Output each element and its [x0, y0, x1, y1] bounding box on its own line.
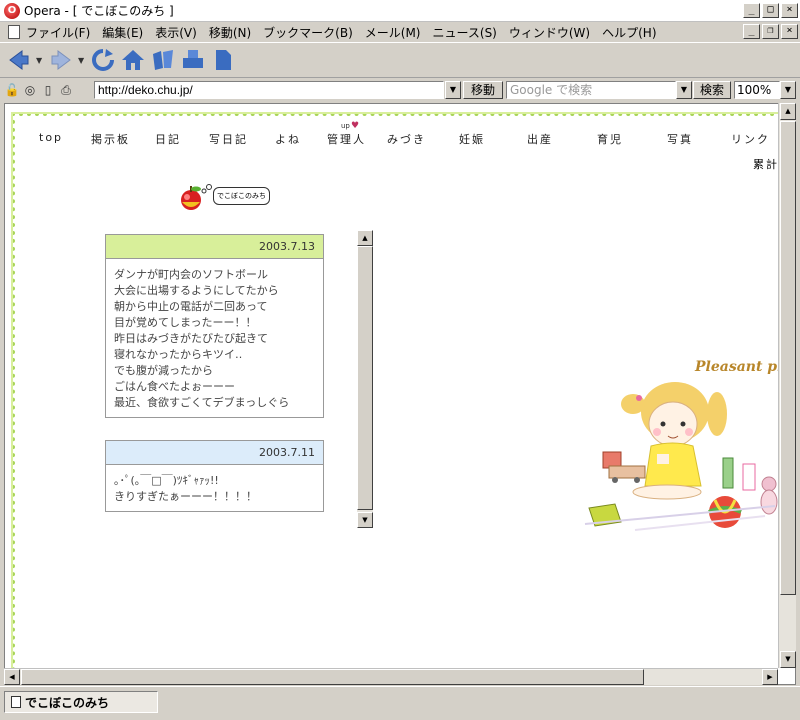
scroll-left-arrow-icon[interactable]: ◀ — [4, 669, 20, 685]
menu-bar: ファイル(F) 編集(E) 表示(V) 移動(N) ブックマーク(B) メール(… — [0, 22, 800, 42]
page-tab-title: でこぼこのみち — [25, 695, 110, 710]
entry-body: ダンナが町内会のソフトボール 大会に出場するようにしてたから 朝から中止の電話が… — [106, 259, 323, 417]
entry-line: 大会に出場するようにしてたから — [114, 284, 279, 297]
minimize-button[interactable]: _ — [743, 3, 760, 18]
new-page-icon[interactable]: ▯ — [40, 82, 56, 98]
mdi-minimize-button[interactable]: _ — [743, 24, 760, 39]
entry-line: 朝から中止の電話が二回あって — [114, 300, 268, 313]
nav-link-bbs[interactable]: 掲示板 — [91, 131, 130, 147]
scroll-up-arrow-icon[interactable]: ▲ — [780, 103, 796, 120]
entry-line: でも腹が減ったから — [114, 364, 213, 377]
apple-icon — [181, 184, 212, 210]
security-lock-icon[interactable]: 🔓 — [4, 82, 20, 98]
diary-frame-scrollbar[interactable]: ▲ ▼ — [357, 230, 373, 528]
mdi-close-button[interactable]: × — [781, 24, 798, 39]
back-history-caret-icon[interactable]: ▼ — [36, 56, 44, 65]
menu-news[interactable]: ニュース(S) — [432, 24, 504, 41]
entry-line: 目が覚めてしまったーー！！ — [114, 316, 257, 329]
menu-edit[interactable]: 編集(E) — [102, 24, 151, 41]
menu-navigate[interactable]: 移動(N) — [209, 24, 259, 41]
window-title: Opera - [ でこぼこのみち ] — [24, 4, 174, 18]
reload-icon[interactable] — [90, 47, 116, 73]
scroll-thumb[interactable] — [780, 121, 796, 595]
scroll-up-arrow-icon[interactable]: ▲ — [357, 230, 373, 246]
address-dropdown-icon[interactable]: ▼ — [445, 81, 461, 99]
entry-date: 2003.7.11 — [106, 441, 323, 465]
entry-line: きりすぎたぁーーー！！！！ — [114, 490, 257, 503]
hotlist-icon[interactable] — [150, 47, 176, 73]
page-viewport: top 掲示板 日記 写日記 よね 管理人 みづき 妊娠 出産 育児 写真 リン… — [4, 103, 796, 685]
nav-link-pregnancy[interactable]: 妊娠 — [459, 131, 485, 147]
address-toolbar: 🔓 ◎ ▯ ⎙ http://deko.chu.jp/ ▼ 移動 Google … — [0, 79, 800, 101]
entry-body: ｡･ﾟ(｡￣□￣)ﾂｷﾞｬｧｯ!! きりすぎたぁーーー！！！！ — [106, 465, 323, 511]
entry-line: 寝れなかったからキツイ‥ — [114, 348, 243, 361]
scroll-down-arrow-icon[interactable]: ▼ — [357, 512, 373, 528]
search-engine-dropdown-icon[interactable]: ▼ — [676, 81, 692, 99]
menu-bookmarks[interactable]: ブックマーク(B) — [263, 24, 361, 41]
vertical-scrollbar[interactable]: ▲ ▼ — [778, 103, 796, 668]
page-tab-bar: でこぼこのみち — [0, 686, 800, 720]
nav-link-birth[interactable]: 出産 — [527, 131, 553, 147]
title-bar: O Opera - [ でこぼこのみち ] _ □ × — [0, 0, 800, 22]
home-icon[interactable] — [120, 47, 146, 73]
nav-link-mizuki[interactable]: みづき — [387, 131, 426, 147]
zoom-dropdown-icon[interactable]: ▼ — [780, 81, 796, 99]
print-small-icon[interactable]: ⎙ — [58, 82, 74, 98]
page-tab-document-icon — [11, 696, 21, 708]
up-badge: up — [341, 122, 350, 130]
maximize-button[interactable]: □ — [762, 3, 779, 18]
forward-icon[interactable] — [48, 47, 74, 73]
site-logo: でこぼこのみち — [177, 182, 277, 214]
menu-help[interactable]: ヘルプ(H) — [602, 24, 664, 41]
go-button[interactable]: 移動 — [463, 81, 503, 99]
scroll-right-arrow-icon[interactable]: ▶ — [762, 669, 778, 685]
nav-link-yone[interactable]: よね — [275, 131, 301, 147]
girl-playing-illustration — [584, 382, 778, 531]
search-input[interactable]: Google で検索 — [506, 81, 676, 99]
navigation-toolbar: ▼ ▼ — [0, 42, 800, 78]
nav-link-photos[interactable]: 写真 — [667, 131, 693, 147]
nav-link-top[interactable]: top — [39, 131, 63, 144]
page-icon[interactable] — [210, 47, 236, 73]
scroll-thumb[interactable] — [21, 669, 644, 685]
wand-icon[interactable]: ◎ — [22, 82, 38, 98]
heart-icon: ♥ — [351, 121, 360, 131]
menu-window[interactable]: ウィンドウ(W) — [509, 24, 598, 41]
nav-link-childcare[interactable]: 育児 — [597, 131, 623, 147]
close-button[interactable]: × — [781, 3, 798, 18]
diary-entry: 2003.7.13 ダンナが町内会のソフトボール 大会に出場するようにしてたから… — [105, 234, 324, 418]
nav-link-admin[interactable]: 管理人 — [327, 131, 366, 147]
site-navigation: top 掲示板 日記 写日記 よね 管理人 みづき 妊娠 出産 育児 写真 リン… — [31, 131, 791, 151]
entry-line: ダンナが町内会のソフトボール — [114, 268, 268, 281]
logo-text: でこぼこのみち — [213, 187, 270, 205]
nav-link-photo-diary[interactable]: 写日記 — [209, 131, 248, 147]
menu-view[interactable]: 表示(V) — [155, 24, 205, 41]
page-tab[interactable]: でこぼこのみち — [4, 691, 158, 713]
entry-line: 最近、食欲すごくてデブまっしぐら — [114, 396, 290, 409]
print-icon[interactable] — [180, 47, 206, 73]
address-input[interactable]: http://deko.chu.jp/ — [94, 81, 444, 99]
opera-logo-icon: O — [4, 2, 20, 19]
menu-mail[interactable]: メール(M) — [365, 24, 429, 41]
entry-date: 2003.7.13 — [106, 235, 323, 259]
zoom-field[interactable]: 100% — [734, 81, 780, 99]
scroll-down-arrow-icon[interactable]: ▼ — [780, 651, 796, 668]
mdi-controls: _ ❐ × — [743, 24, 798, 39]
search-button[interactable]: 検索 — [693, 81, 731, 99]
back-icon[interactable] — [6, 47, 32, 73]
nav-link-links[interactable]: リンク — [731, 131, 770, 147]
counter-label: 累計 — [753, 158, 779, 171]
forward-history-caret-icon[interactable]: ▼ — [78, 56, 86, 65]
document-icon[interactable] — [8, 25, 20, 39]
horizontal-scrollbar[interactable]: ◀ ▶ — [4, 668, 778, 685]
diary-entry: 2003.7.11 ｡･ﾟ(｡￣□￣)ﾂｷﾞｬｧｯ!! きりすぎたぁーーー！！！… — [105, 440, 324, 512]
entry-line: ごはん食べたよぉーーー — [114, 380, 235, 393]
mdi-restore-button[interactable]: ❐ — [762, 24, 779, 39]
nav-link-diary[interactable]: 日記 — [155, 131, 181, 147]
window-controls: _ □ × — [743, 3, 798, 18]
menu-file[interactable]: ファイル(F) — [26, 24, 98, 41]
entry-line: 昨日はみづきがたびたび起きて — [114, 332, 268, 345]
entry-line: ｡･ﾟ(｡￣□￣)ﾂｷﾞｬｧｯ!! — [114, 474, 219, 487]
scroll-thumb[interactable] — [357, 246, 373, 510]
